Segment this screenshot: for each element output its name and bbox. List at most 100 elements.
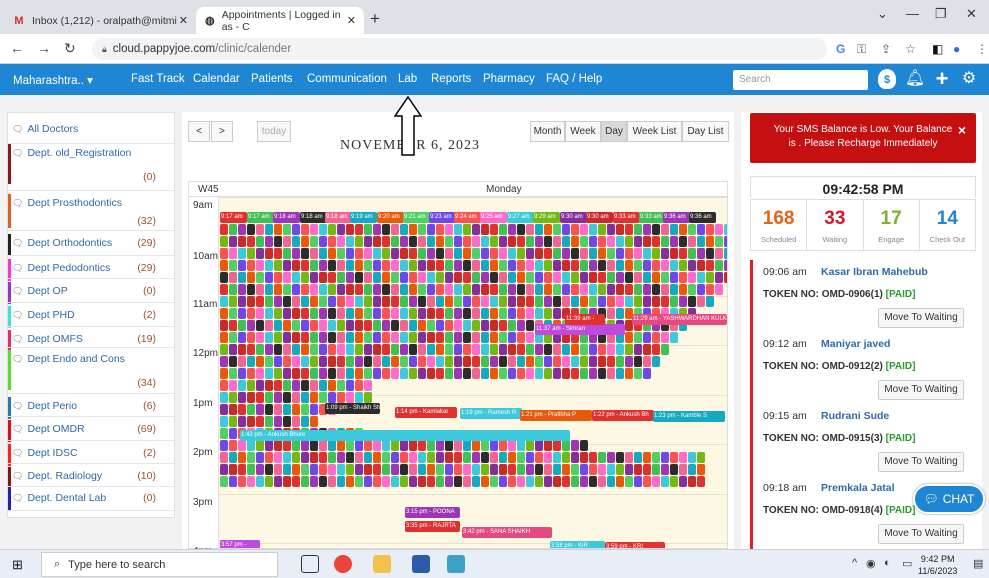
- appointment-event[interactable]: [508, 320, 516, 331]
- appointment-event[interactable]: [382, 452, 390, 463]
- appointment-event[interactable]: [409, 344, 417, 355]
- appointment-event[interactable]: [310, 464, 318, 475]
- appointment-event[interactable]: [229, 344, 237, 355]
- appointment-event[interactable]: [607, 368, 615, 379]
- appointment-event[interactable]: [562, 272, 570, 283]
- appointment-event[interactable]: [580, 440, 588, 451]
- appointment-event[interactable]: [436, 356, 444, 367]
- appointment-event[interactable]: [283, 224, 291, 235]
- department-item[interactable]: 🗨︎ Dept PHD (2): [8, 306, 162, 328]
- appointment-event[interactable]: [274, 344, 282, 355]
- appointment-event[interactable]: [499, 332, 507, 343]
- appointment-event[interactable]: [328, 392, 336, 403]
- appointment-event[interactable]: [715, 236, 723, 247]
- appointment-event[interactable]: [346, 452, 354, 463]
- appointment-event[interactable]: [616, 356, 624, 367]
- appointment-event[interactable]: [517, 356, 525, 367]
- appointment-event[interactable]: [454, 248, 462, 259]
- appointment-event[interactable]: [571, 296, 579, 307]
- appointment-event[interactable]: [580, 476, 588, 487]
- appointment-event[interactable]: [355, 236, 363, 247]
- appointment-event[interactable]: [247, 380, 255, 391]
- stat-waiting[interactable]: 33 Waiting: [807, 200, 864, 250]
- appointment-event[interactable]: [355, 380, 363, 391]
- appointment-event[interactable]: [229, 476, 237, 487]
- appointment-event[interactable]: [472, 236, 480, 247]
- appointment-event[interactable]: [301, 368, 309, 379]
- appointment-event[interactable]: [535, 440, 543, 451]
- appointment-event[interactable]: [553, 476, 561, 487]
- appointment-event[interactable]: [229, 464, 237, 475]
- appointment-event[interactable]: [382, 272, 390, 283]
- appointment-event[interactable]: [463, 296, 471, 307]
- appointment-event[interactable]: [571, 272, 579, 283]
- appointment-event[interactable]: [490, 332, 498, 343]
- appointment-event[interactable]: [418, 356, 426, 367]
- appointment-event[interactable]: [427, 368, 435, 379]
- appointment-event[interactable]: [265, 296, 273, 307]
- appointment-event[interactable]: [274, 404, 282, 415]
- patient-name-link[interactable]: Kasar Ibran Mahebub: [821, 266, 928, 278]
- appointment-event[interactable]: [247, 308, 255, 319]
- appointment-event[interactable]: [310, 284, 318, 295]
- chat-button[interactable]: 💬︎ CHAT: [913, 484, 985, 514]
- appointment-event[interactable]: [247, 452, 255, 463]
- appointment-event[interactable]: 3:42 pm - SANA SHAIKH: [462, 527, 552, 538]
- appointment-event[interactable]: [346, 236, 354, 247]
- appointment-event[interactable]: [418, 332, 426, 343]
- appointment-event[interactable]: [427, 332, 435, 343]
- appointment-event[interactable]: [598, 284, 606, 295]
- appointment-event[interactable]: [571, 476, 579, 487]
- appointment-event[interactable]: [499, 224, 507, 235]
- appointment-event[interactable]: [391, 320, 399, 331]
- appointment-event[interactable]: 3:57 pm -: [220, 540, 260, 548]
- appointment-event[interactable]: [409, 356, 417, 367]
- appointment-event[interactable]: [625, 236, 633, 247]
- appointment-event[interactable]: [400, 320, 408, 331]
- appointment-event[interactable]: [571, 224, 579, 235]
- appointment-event[interactable]: [499, 284, 507, 295]
- appointment-event[interactable]: [400, 236, 408, 247]
- appointment-event[interactable]: 9:18 am: [300, 212, 327, 223]
- appointment-event[interactable]: [580, 236, 588, 247]
- appointment-event[interactable]: [373, 356, 381, 367]
- minimize-icon[interactable]: —: [906, 6, 919, 21]
- appointment-event[interactable]: [643, 368, 651, 379]
- appointment-event[interactable]: [706, 224, 714, 235]
- appointment-event[interactable]: [409, 368, 417, 379]
- appointment-event[interactable]: [229, 416, 237, 427]
- department-item[interactable]: 🗨︎ Dept Prosthodontics (32): [8, 194, 162, 228]
- move-to-waiting-button[interactable]: Move To Waiting: [878, 308, 964, 328]
- appointment-event[interactable]: [445, 260, 453, 271]
- appointment-event[interactable]: 9:25 am: [480, 212, 507, 223]
- appointment-event[interactable]: [616, 308, 624, 319]
- appointment-event[interactable]: [715, 272, 723, 283]
- appointment-event[interactable]: [724, 272, 727, 283]
- appointment-event[interactable]: [508, 356, 516, 367]
- appointment-event[interactable]: [310, 308, 318, 319]
- appointment-event[interactable]: [256, 260, 264, 271]
- appointment-event[interactable]: [670, 224, 678, 235]
- appointment-event[interactable]: [463, 236, 471, 247]
- appointment-event[interactable]: [553, 344, 561, 355]
- appointment-event[interactable]: [283, 440, 291, 451]
- appointment-event[interactable]: [481, 464, 489, 475]
- appointment-event[interactable]: [247, 236, 255, 247]
- appointment-event[interactable]: [256, 284, 264, 295]
- appointment-event[interactable]: [337, 392, 345, 403]
- appointment-event[interactable]: [292, 284, 300, 295]
- appointment-event[interactable]: [256, 344, 264, 355]
- appointment-event[interactable]: [382, 260, 390, 271]
- appointment-event[interactable]: [274, 464, 282, 475]
- appointment-event[interactable]: [436, 464, 444, 475]
- appointment-event[interactable]: [490, 308, 498, 319]
- appointment-event[interactable]: [562, 356, 570, 367]
- appointment-event[interactable]: [310, 440, 318, 451]
- appointment-event[interactable]: [526, 452, 534, 463]
- appointment-event[interactable]: [328, 356, 336, 367]
- appointment-event[interactable]: [256, 440, 264, 451]
- appointment-event[interactable]: [517, 284, 525, 295]
- appointment-event[interactable]: [310, 260, 318, 271]
- appointment-event[interactable]: [292, 308, 300, 319]
- appointment-event[interactable]: [580, 356, 588, 367]
